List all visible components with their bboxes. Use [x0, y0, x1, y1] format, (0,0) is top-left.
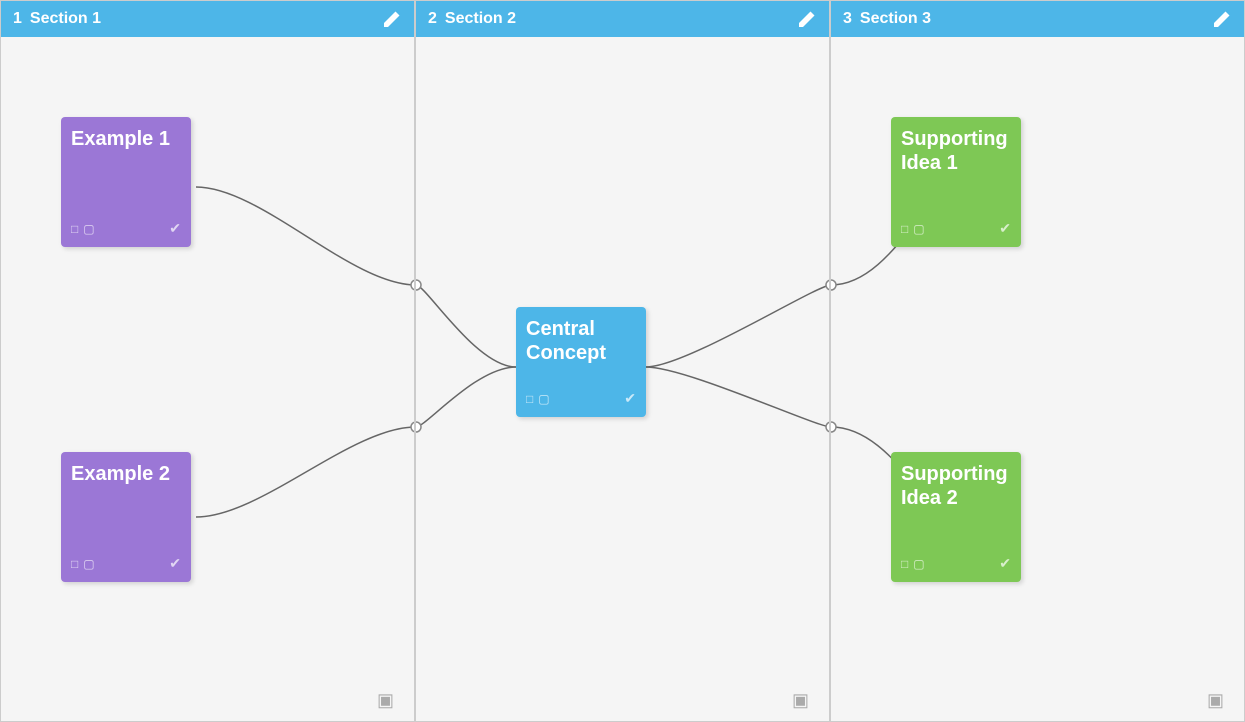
- comment-icon-s2: □: [901, 557, 908, 571]
- note-central-icons: □ ▢ ✔: [526, 390, 636, 407]
- note-example1[interactable]: Example 1 □ ▢ ✔: [61, 117, 191, 247]
- section-3-edit-icon[interactable]: [1212, 9, 1232, 29]
- note-example2-text: Example 2: [71, 462, 181, 549]
- section-1-header: 1 Section 1: [1, 1, 414, 37]
- note-supporting2-text: Supporting Idea 2: [901, 462, 1011, 549]
- comment-icon-central: □: [526, 392, 533, 406]
- image-icon-2: ▢: [83, 557, 94, 571]
- note-supporting2[interactable]: Supporting Idea 2 □ ▢ ✔: [891, 452, 1021, 582]
- section-2-title: Section 2: [445, 10, 789, 28]
- check-icon-2: ✔: [169, 555, 181, 572]
- section-3-number: 3: [843, 10, 852, 28]
- note-example1-text: Example 1: [71, 127, 181, 214]
- image-icon: ▢: [83, 222, 94, 236]
- comment-icon: □: [71, 222, 78, 236]
- check-icon-s1: ✔: [999, 220, 1011, 237]
- check-icon: ✔: [169, 220, 181, 237]
- section-3-title: Section 3: [860, 10, 1204, 28]
- note-example1-icons: □ ▢ ✔: [71, 220, 181, 237]
- note-supporting1-icons: □ ▢ ✔: [901, 220, 1011, 237]
- note-supporting1[interactable]: Supporting Idea 1 □ ▢ ✔: [891, 117, 1021, 247]
- section-1-body: Example 1 □ ▢ ✔ Example 2 □ ▢ ✔ ▣: [1, 37, 414, 721]
- image-icon-s2: ▢: [913, 557, 924, 571]
- comment-icon-s1: □: [901, 222, 908, 236]
- section-3-body: Supporting Idea 1 □ ▢ ✔ Supporting Idea …: [831, 37, 1244, 721]
- check-icon-s2: ✔: [999, 555, 1011, 572]
- section-2-edit-icon[interactable]: [797, 9, 817, 29]
- note-example2[interactable]: Example 2 □ ▢ ✔: [61, 452, 191, 582]
- comment-icon-2: □: [71, 557, 78, 571]
- note-central-text: Central Concept: [526, 317, 636, 384]
- section-3-header: 3 Section 3: [831, 1, 1244, 37]
- section-2-expand-icon[interactable]: ▣: [792, 690, 809, 711]
- sections-container: 1 Section 1 Example 1 □ ▢: [0, 0, 1245, 722]
- section-1-number: 1: [13, 10, 22, 28]
- section-1-expand-icon[interactable]: ▣: [377, 690, 394, 711]
- section-3-expand-icon[interactable]: ▣: [1207, 690, 1224, 711]
- check-icon-central: ✔: [624, 390, 636, 407]
- note-central-concept[interactable]: Central Concept □ ▢ ✔: [516, 307, 646, 417]
- section-2: 2 Section 2 Centra: [415, 0, 830, 722]
- section-1: 1 Section 1 Example 1 □ ▢: [0, 0, 415, 722]
- section-2-number: 2: [428, 10, 437, 28]
- note-example2-icons: □ ▢ ✔: [71, 555, 181, 572]
- note-supporting2-icons: □ ▢ ✔: [901, 555, 1011, 572]
- section-2-body: Central Concept □ ▢ ✔ ▣: [416, 37, 829, 721]
- section-1-edit-icon[interactable]: [382, 9, 402, 29]
- note-supporting1-text: Supporting Idea 1: [901, 127, 1011, 214]
- section-1-title: Section 1: [30, 10, 374, 28]
- section-2-header: 2 Section 2: [416, 1, 829, 37]
- image-icon-central: ▢: [538, 392, 549, 406]
- section-3: 3 Section 3 Supporting Idea 1 □: [830, 0, 1245, 722]
- image-icon-s1: ▢: [913, 222, 924, 236]
